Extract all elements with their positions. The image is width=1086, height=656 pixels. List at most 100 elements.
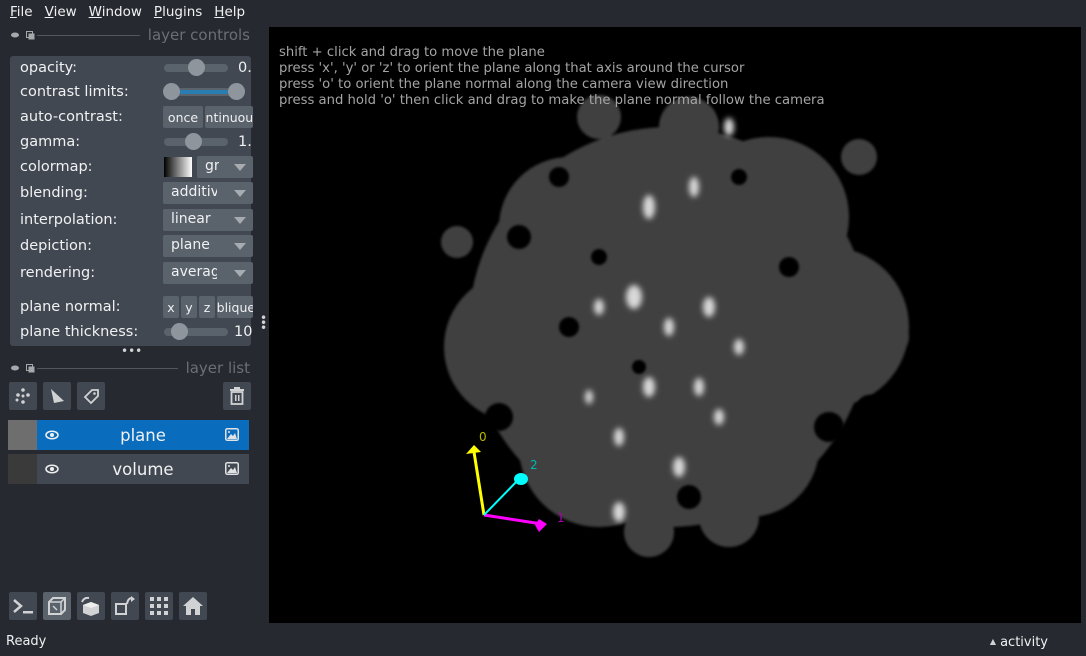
activity-label: activity [1000,635,1048,650]
close-dock-icon[interactable] [10,364,20,372]
plane-normal-y-button[interactable]: y [181,296,197,318]
menu-plugins[interactable]: Plugins [148,1,208,23]
axes-widget: 0 1 2 [466,430,565,532]
points-icon [15,388,30,404]
viewer-canvas[interactable]: shift + click and drag to move the plane… [269,27,1081,623]
axis-1-line [483,513,543,526]
colormap-value: gray [205,158,219,174]
auto-contrast-label: auto-contrast: [20,109,123,125]
plane-thickness-slider[interactable] [164,323,228,340]
layer-item-plane[interactable]: plane [8,420,249,450]
transpose-icon [115,596,135,615]
layer-list-titlebar: layer list [10,359,250,377]
rotate-cube-icon [81,596,99,616]
gamma-slider[interactable] [164,133,228,150]
new-shapes-layer-button[interactable] [43,382,71,410]
colormap-label: colormap: [20,159,93,175]
shapes-icon [51,389,64,403]
plane-thickness-label: plane thickness: [20,324,139,340]
blending-label: blending: [20,185,88,201]
plane-normal-z-button[interactable]: z [199,296,215,318]
close-dock-icon[interactable] [10,31,20,39]
transpose-dims-button[interactable] [111,592,139,620]
axis-2-label: 2 [530,458,538,472]
menubar: File View Window Plugins Help [0,0,1086,24]
new-labels-layer-button[interactable] [77,382,105,410]
reset-view-button[interactable] [179,592,207,620]
hint-line: shift + click and drag to move the plane [279,45,545,60]
menu-view[interactable]: View [39,1,83,23]
layer-body[interactable]: plane [37,420,249,450]
float-dock-icon[interactable] [26,363,35,373]
axis-2-arrow-icon [514,473,528,485]
dock-splitter-handle[interactable]: ••• [121,344,142,358]
menu-file[interactable]: File [4,1,39,23]
layer-controls-title: layer controls [147,26,250,44]
plane-thickness-value[interactable]: 10 [234,324,254,340]
colormap-row: colormap: gray [20,155,253,179]
chevron-down-icon [234,217,246,224]
hint-line: press 'x', 'y' or 'z' to orient the plan… [279,61,745,76]
float-dock-icon[interactable] [26,30,35,40]
contrast-limits-label: contrast limits: [20,84,129,100]
gamma-slider-handle[interactable] [185,133,202,150]
layer-controls-panel: opacity: 0.5 contrast limits: auto-contr… [10,56,253,346]
depiction-row: depiction: plane [20,234,253,258]
contrast-limits-row: contrast limits: [20,80,245,104]
new-points-layer-button[interactable] [9,382,37,410]
menu-window-mnemonic: W [88,4,102,20]
menu-file-mnemonic: F [10,4,17,20]
layer-controls-titlebar: layer controls [10,26,250,44]
axis-0-label: 0 [479,430,487,444]
toggle-ndisplay-button[interactable] [43,592,71,620]
plane-normal-row: plane normal: x y z oblique [20,295,253,319]
caret-up-icon: ▲ [989,637,997,646]
contrast-low-handle[interactable] [163,83,180,100]
layer-item-volume[interactable]: volume [8,454,249,484]
contrast-high-handle[interactable] [228,83,245,100]
opacity-label: opacity: [20,60,78,76]
delete-layer-button[interactable] [223,382,251,410]
axis-1-arrow-icon [535,519,547,532]
volume-render [441,95,909,557]
interpolation-dropdown[interactable]: linear [163,209,253,231]
roll-dims-button[interactable] [77,592,105,620]
layer-body[interactable]: volume [37,454,249,484]
opacity-slider[interactable] [164,59,228,76]
menu-window-label: indow [101,4,142,20]
plane-normal-oblique-button[interactable]: oblique [217,296,253,318]
opacity-value[interactable]: 0.5 [238,60,252,76]
grid-icon [150,597,168,615]
menu-view-mnemonic: V [44,4,54,20]
opacity-row: opacity: 0.5 [20,56,252,80]
rendering-dropdown[interactable]: average [163,262,253,284]
opacity-slider-handle[interactable] [188,59,205,76]
auto-contrast-continuous-button[interactable]: continuous [205,106,253,128]
plane-normal-x-button[interactable]: x [163,296,179,318]
chevron-down-icon [234,190,246,197]
plane-thickness-handle[interactable] [171,323,188,340]
plane-thickness-row: plane thickness: 10 [20,320,252,344]
colormap-dropdown[interactable]: gray [197,156,253,178]
left-dock: layer controls opacity: 0.5 contrast lim… [0,24,262,630]
chevron-down-icon [234,243,246,250]
vertical-splitter-handle[interactable]: • • • [260,312,267,334]
console-button[interactable] [9,592,37,620]
axis-0-arrow-icon [466,445,481,454]
depiction-label: depiction: [20,238,92,254]
contrast-limits-slider[interactable] [163,83,245,100]
blending-row: blending: additive [20,181,253,205]
menu-window[interactable]: Window [83,1,148,23]
activity-button[interactable]: ▲ activity [990,635,1048,650]
menu-plugins-label: lugins [162,4,203,20]
depiction-value: plane [171,237,210,253]
grid-view-button[interactable] [145,592,173,620]
depiction-dropdown[interactable]: plane [163,235,253,257]
gamma-value[interactable]: 1.0 [238,134,252,150]
menu-help[interactable]: Help [208,1,251,23]
layer-name: volume [112,459,174,479]
auto-contrast-once-button[interactable]: once [163,106,203,128]
plane-hints: shift + click and drag to move the plane… [279,45,825,109]
colormap-preview [164,157,192,177]
blending-dropdown[interactable]: additive [163,182,253,204]
